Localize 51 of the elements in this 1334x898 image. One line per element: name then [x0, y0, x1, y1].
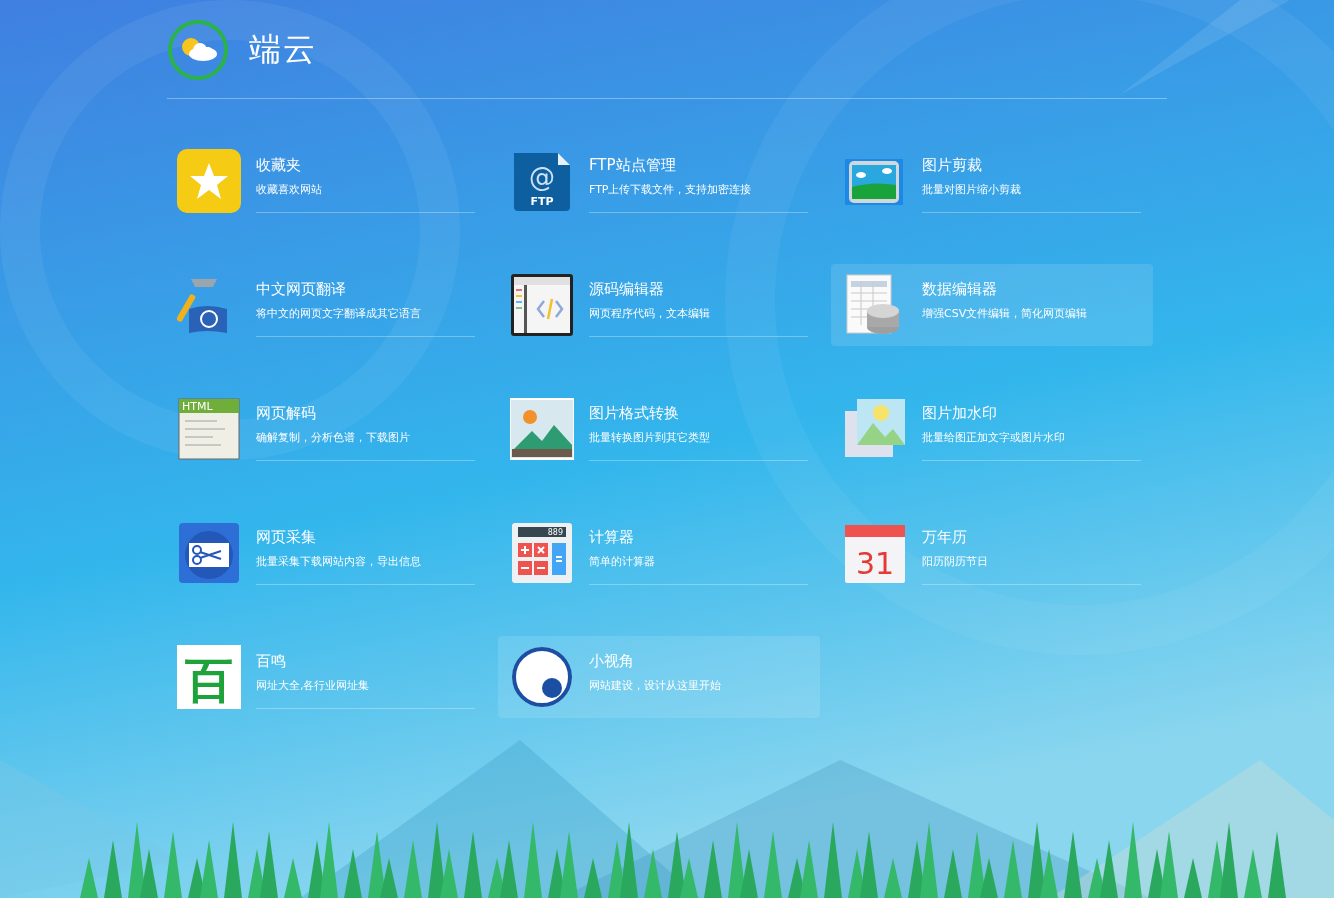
app-description: 简单的计算器	[589, 554, 655, 570]
app-description: 批量采集下载网站内容，导出信息	[256, 554, 421, 570]
app-tile[interactable]: 31 万年历 阳历阴历节日	[831, 512, 1153, 594]
html-document-icon: HTML	[177, 397, 241, 461]
app-tile[interactable]: HTML 网页解码 确解复制，分析色谱，下载图片	[165, 388, 487, 470]
code-editor-icon	[510, 273, 574, 337]
app-tile[interactable]: 网页采集 批量采集下载网站内容，导出信息	[165, 512, 487, 594]
app-title-text: 万年历	[922, 527, 967, 547]
app-description: 阳历阴历节日	[922, 554, 988, 570]
app-tile[interactable]: 图片加水印 批量给图正加文字或图片水印	[831, 388, 1153, 470]
cloud-logo-icon	[167, 19, 229, 81]
app-title-text: FTP站点管理	[589, 155, 676, 175]
app-tile[interactable]: 源码编辑器 网页程序代码，文本编辑	[498, 264, 820, 346]
app-title-text: 源码编辑器	[589, 279, 664, 299]
app-title-text: 网页解码	[256, 403, 316, 423]
app-title-text: 计算器	[589, 527, 634, 547]
app-title-text: 数据编辑器	[922, 279, 997, 299]
app-title: 端云	[249, 29, 317, 70]
app-title-text: 图片剪裁	[922, 155, 982, 175]
circle-lens-icon	[510, 645, 574, 709]
app-title-text: 图片加水印	[922, 403, 997, 423]
app-tile[interactable]: 收藏夹 收藏喜欢网站	[165, 140, 487, 222]
app-description: 批量对图片缩小剪裁	[922, 182, 1021, 198]
app-title-text: 收藏夹	[256, 155, 301, 175]
app-tile[interactable]: 中文网页翻译 将中文的网页文字翻译成其它语言	[165, 264, 487, 346]
app-description: 将中文的网页文字翻译成其它语言	[256, 306, 421, 322]
app-description: FTP上传下载文件，支持加密连接	[589, 182, 752, 198]
calculator-icon: 889	[510, 521, 574, 585]
app-tile-hover[interactable]: 小视角 网站建设，设计从这里开始	[498, 636, 820, 718]
app-title-text: 百鸣	[256, 651, 286, 671]
app-description: 增强CSV文件编辑，简化网页编辑	[922, 306, 1088, 322]
app-description: 网页程序代码，文本编辑	[589, 306, 710, 322]
app-tile[interactable]: 图片剪裁 批量对图片缩小剪裁	[831, 140, 1153, 222]
bai-logo-icon: 百	[177, 645, 241, 709]
app-title-text: 网页采集	[256, 527, 316, 547]
app-description: 网站建设，设计从这里开始	[589, 678, 721, 694]
app-tile[interactable]: 图片格式转换 批量转换图片到其它类型	[498, 388, 820, 470]
app-tile[interactable]: @ FTP FTP站点管理 FTP上传下载文件，支持加密连接	[498, 140, 820, 222]
app-tile-hover[interactable]: 数据编辑器 增强CSV文件编辑，简化网页编辑	[831, 264, 1153, 346]
scissors-window-icon	[177, 521, 241, 585]
app-description: 批量转换图片到其它类型	[589, 430, 710, 446]
app-title-text: 图片格式转换	[589, 403, 679, 423]
app-description: 确解复制，分析色谱，下载图片	[256, 430, 410, 446]
app-description: 批量给图正加文字或图片水印	[922, 430, 1065, 446]
app-description: 网址大全,各行业网址集	[256, 678, 370, 694]
app-title-text: 中文网页翻译	[256, 279, 346, 299]
landscape-image-icon	[510, 397, 574, 461]
app-description: 收藏喜欢网站	[256, 182, 322, 198]
app-title-text: 小视角	[589, 651, 634, 671]
app-tile[interactable]: 百 百鸣 网址大全,各行业网址集	[165, 636, 487, 718]
app-tile[interactable]: 889 计算器 简单的计算器	[498, 512, 820, 594]
